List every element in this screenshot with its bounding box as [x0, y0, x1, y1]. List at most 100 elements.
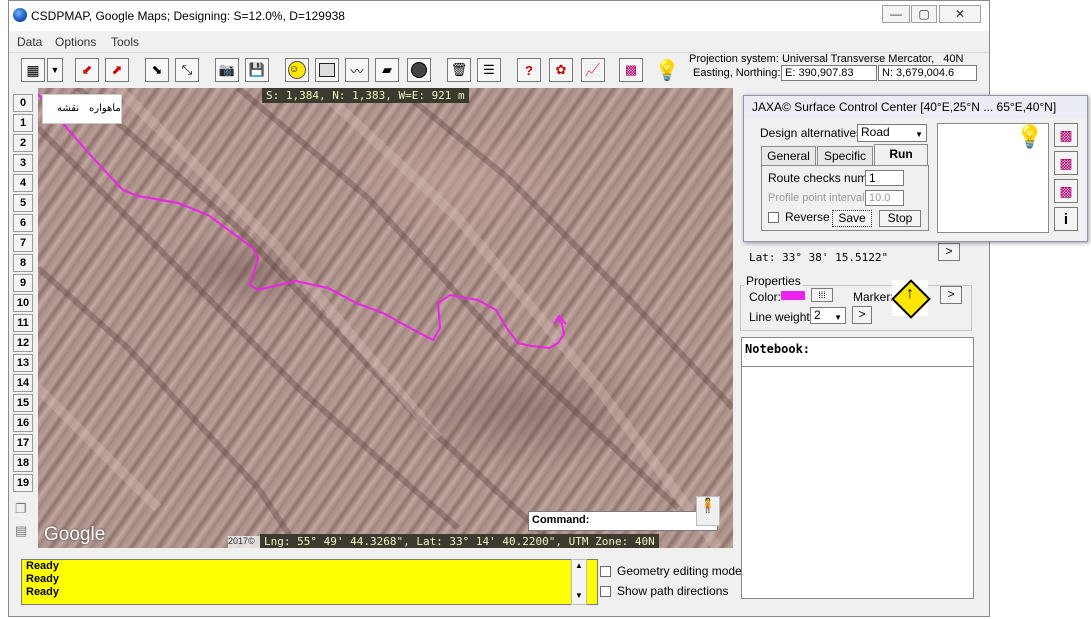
- pattern-button[interactable]: ✿: [549, 58, 573, 82]
- legend-satellite[interactable]: ماهواره: [89, 103, 121, 114]
- row-button[interactable]: 11: [13, 314, 33, 332]
- minimize-button[interactable]: —: [882, 5, 910, 23]
- lightbulb-icon[interactable]: 💡: [1016, 124, 1046, 154]
- info-button[interactable]: i: [1054, 207, 1078, 231]
- fit-bottom-button[interactable]: ⬊: [145, 58, 169, 82]
- camera-button[interactable]: 📷: [215, 58, 239, 82]
- surface-map-button-2[interactable]: ▩: [1054, 151, 1078, 175]
- route-line[interactable]: [38, 93, 566, 350]
- surface-map-button-3[interactable]: ▩: [1054, 179, 1078, 203]
- design-alternatives-select[interactable]: Road ▼: [857, 124, 927, 142]
- row-button[interactable]: 13: [13, 354, 33, 372]
- circle-button[interactable]: [407, 58, 431, 82]
- row-button[interactable]: 14: [13, 374, 33, 392]
- query-button[interactable]: ?: [517, 58, 541, 82]
- marker-preview[interactable]: ↑: [891, 279, 931, 319]
- command-field[interactable]: Command:: [528, 511, 718, 531]
- menu-tools[interactable]: Tools: [111, 35, 139, 49]
- row-button[interactable]: 0: [13, 94, 33, 112]
- notebook-area[interactable]: [741, 367, 974, 599]
- rectangle-button[interactable]: [315, 58, 339, 82]
- row-button[interactable]: 12: [13, 334, 33, 352]
- chevron-down-icon: ▼: [915, 130, 923, 139]
- menu-data[interactable]: Data: [17, 35, 42, 49]
- easting-field[interactable]: E: 390,907.83: [781, 65, 877, 81]
- line-weight-select[interactable]: 2 ▼: [810, 307, 846, 324]
- smiley-icon: ☺: [288, 61, 306, 79]
- surface-control-button[interactable]: ▩: [619, 58, 643, 82]
- fit-extent-button[interactable]: ⤡: [175, 58, 199, 82]
- tab-specific[interactable]: Specific: [817, 146, 873, 165]
- smiley-button[interactable]: ☺: [285, 58, 309, 82]
- grid-icon: ▦: [26, 61, 40, 78]
- color-swatch[interactable]: [781, 291, 805, 300]
- menu-options[interactable]: Options: [55, 35, 96, 49]
- marker-go-button[interactable]: >: [940, 286, 962, 304]
- row-button[interactable]: 16: [13, 414, 33, 432]
- dialog-title-bar: JAXA© Surface Control Center [40°E,25°N …: [744, 96, 1087, 118]
- tab-general[interactable]: General: [761, 146, 816, 165]
- row-button[interactable]: 4: [13, 174, 33, 192]
- design-alternatives-label: Design alternatives:: [760, 126, 866, 140]
- maximize-button[interactable]: ▢: [911, 5, 937, 23]
- row-button[interactable]: 7: [13, 234, 33, 252]
- northing-field[interactable]: N: 3,679,004.6: [878, 65, 977, 81]
- polygon-button[interactable]: ▰: [375, 58, 399, 82]
- reverse-label: Reverse: [785, 210, 830, 224]
- row-button[interactable]: 8: [13, 254, 33, 272]
- row-button[interactable]: 5: [13, 194, 33, 212]
- route-checks-label: Route checks num:: [768, 171, 871, 185]
- camera-icon: 📷: [218, 62, 236, 77]
- status-line: Ready: [26, 573, 60, 585]
- row-button[interactable]: 10: [13, 294, 33, 312]
- menu-bar: Data Options Tools: [9, 33, 989, 53]
- row-button[interactable]: 15: [13, 394, 33, 412]
- hint-button[interactable]: 💡: [653, 58, 681, 82]
- grid-select-button[interactable]: ▦: [21, 58, 45, 82]
- rectangle-icon: [319, 63, 335, 77]
- map-view[interactable]: ماهواره نقشه S: 1,384, N: 1,383, W=E: 92…: [38, 88, 733, 548]
- copy-icon[interactable]: ❐: [15, 501, 35, 519]
- list-button[interactable]: ☰: [477, 58, 501, 82]
- row-button[interactable]: 2: [13, 134, 33, 152]
- paste-icon[interactable]: ▤: [15, 523, 35, 541]
- polygon-icon: ▰: [382, 62, 392, 77]
- row-button[interactable]: 1: [13, 114, 33, 132]
- chevron-down-icon: ▼: [50, 65, 60, 75]
- stop-button[interactable]: Stop: [879, 210, 921, 227]
- row-button[interactable]: 17: [13, 434, 33, 452]
- row-button[interactable]: 19: [13, 474, 33, 492]
- geometry-mode-checkbox[interactable]: [600, 566, 611, 577]
- show-path-checkbox[interactable]: [600, 586, 611, 597]
- profile-button[interactable]: 📈: [581, 58, 605, 82]
- route-checks-field[interactable]: 1: [865, 170, 904, 186]
- reverse-checkbox[interactable]: [768, 212, 779, 223]
- legend-map[interactable]: نقشه: [57, 103, 79, 114]
- pegman-icon[interactable]: 🧍: [696, 496, 720, 526]
- polyline-button[interactable]: 〰: [345, 58, 369, 82]
- status-line: Ready: [26, 560, 60, 572]
- zoom-out-button[interactable]: ⬈: [105, 58, 129, 82]
- circle-icon: [411, 62, 427, 78]
- line-weight-go-button[interactable]: >: [852, 306, 872, 324]
- row-button[interactable]: 6: [13, 214, 33, 232]
- properties-label: Properties: [744, 274, 803, 288]
- profile-interval-field[interactable]: 10.0: [865, 190, 904, 206]
- save-button[interactable]: Save: [832, 210, 872, 227]
- delete-button[interactable]: 🗑: [447, 58, 471, 82]
- arrow-up-icon: ↑: [906, 285, 914, 302]
- latitude-go-button[interactable]: >: [938, 243, 960, 261]
- row-button[interactable]: 3: [13, 154, 33, 172]
- color-picker-button[interactable]: ⁞⁞⁞: [811, 288, 833, 302]
- close-button[interactable]: ✕: [939, 5, 981, 23]
- status-scrollbar[interactable]: ▲ ▼: [571, 559, 587, 605]
- extent-icon: ⤡: [181, 62, 193, 77]
- row-button[interactable]: 18: [13, 454, 33, 472]
- zoom-in-button[interactable]: ⬋: [75, 58, 99, 82]
- row-button[interactable]: 9: [13, 274, 33, 292]
- save-disk-button[interactable]: 💾: [245, 58, 269, 82]
- tool-dropdown-button[interactable]: ▼: [47, 58, 63, 82]
- tab-run[interactable]: Run: [874, 144, 928, 166]
- map-type-legend[interactable]: ماهواره نقشه: [42, 94, 122, 124]
- surface-map-button-1[interactable]: ▩: [1054, 123, 1078, 147]
